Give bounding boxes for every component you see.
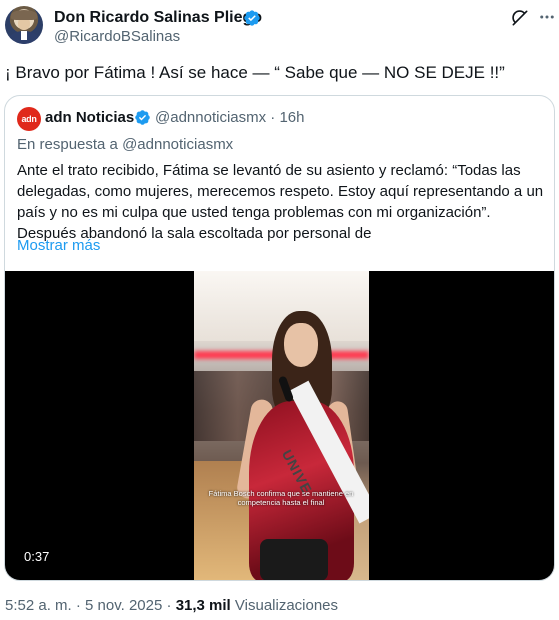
video-player[interactable]: UNIVE Fátima Bosch confirma que se manti… — [5, 271, 554, 580]
verified-badge-icon — [244, 10, 260, 26]
adn-logo-text: adn — [21, 114, 37, 124]
quoted-handle-time: @adnnoticiasmx · 16h — [155, 109, 304, 126]
video-frame: UNIVE Fátima Bosch confirma que se manti… — [194, 271, 369, 580]
grok-icon[interactable] — [510, 8, 530, 28]
tweet-date[interactable]: 5 nov. 2025 — [85, 597, 162, 614]
reply-to-handle[interactable]: @adnnoticiasmx — [122, 136, 233, 153]
author-display-name[interactable]: Don Ricardo Salinas Pliego — [54, 9, 262, 27]
views-label: Visualizaciones — [234, 597, 339, 614]
views-count[interactable]: 31,3 mil — [176, 597, 231, 614]
reply-context: En respuesta a @adnnoticiasmx — [17, 136, 233, 153]
tweet-meta: 5:52 a. m. · 5 nov. 2025 · 31,3 mil Visu… — [5, 597, 338, 614]
quoted-time[interactable]: 16h — [279, 109, 304, 126]
verified-badge-icon — [135, 110, 150, 125]
avatar-collar — [21, 31, 27, 40]
quoted-display-name[interactable]: adn Noticias — [45, 109, 134, 126]
reply-prefix: En respuesta a — [17, 136, 118, 153]
author-handle[interactable]: @RicardoBSalinas — [54, 28, 180, 45]
quoted-handle[interactable]: @adnnoticiasmx — [155, 109, 266, 126]
meta-separator: · — [75, 597, 81, 614]
quoted-body: Ante el trato recibido, Fátima se levant… — [17, 162, 544, 242]
handbag — [260, 539, 328, 580]
tweet-header: Don Ricardo Salinas Pliego @RicardoBSali… — [0, 0, 559, 52]
show-more-link[interactable]: Mostrar más — [17, 237, 100, 254]
woman-face — [284, 323, 318, 367]
author-avatar[interactable] — [5, 6, 43, 44]
video-caption: Fátima Bosch confirma que se mantiene en… — [208, 489, 354, 507]
tweet-text: ¡ Bravo por Fátima ! Así se hace — “ Sab… — [5, 63, 505, 82]
more-icon[interactable] — [538, 8, 556, 26]
video-duration: 0:37 — [24, 549, 50, 564]
quoted-separator: · — [270, 109, 276, 126]
quoted-tweet[interactable]: adn adn Noticias @adnnoticiasmx · 16h En… — [4, 95, 555, 581]
adn-noticias-avatar[interactable]: adn — [17, 107, 41, 131]
avatar-hat — [11, 10, 37, 20]
tweet-time[interactable]: 5:52 a. m. — [5, 597, 72, 614]
meta-separator: · — [166, 597, 172, 614]
